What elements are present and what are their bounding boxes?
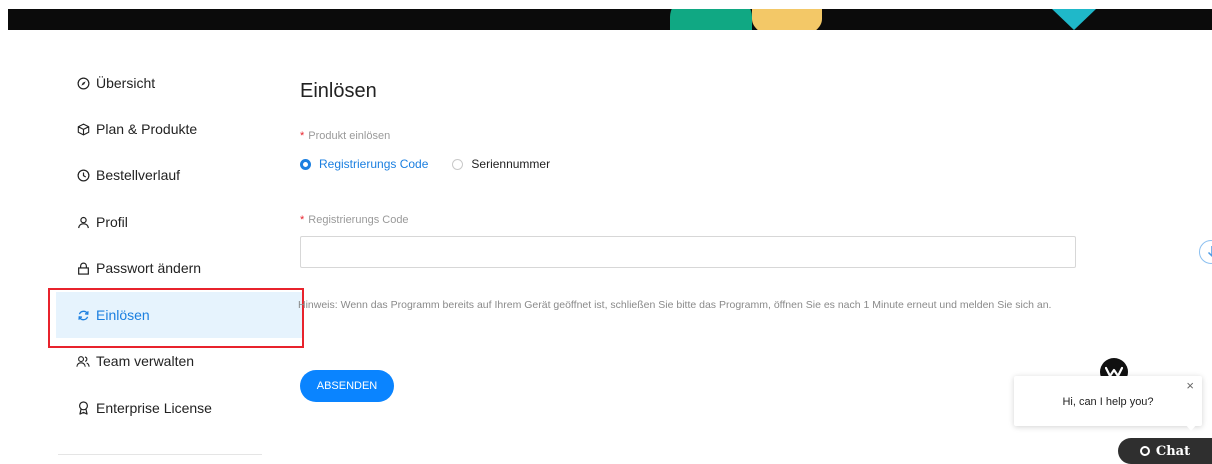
compass-icon xyxy=(76,76,90,90)
chat-popup: × Hi, can I help you? xyxy=(1014,376,1202,426)
sidebar-item-profile[interactable]: Profil xyxy=(56,199,304,245)
sidebar-item-enterprise-license[interactable]: Enterprise License xyxy=(56,385,304,431)
chat-button-label: Chat xyxy=(1155,443,1191,459)
sidebar-item-redeem[interactable]: Einlösen xyxy=(56,292,304,338)
sidebar-item-change-password[interactable]: Passwort ändern xyxy=(56,245,304,291)
radio-registration-code[interactable]: Registrierungs Code xyxy=(300,157,428,171)
sidebar-item-label: Team verwalten xyxy=(96,353,195,369)
code-label: * Registrierungs Code xyxy=(300,214,409,226)
chat-button[interactable]: Chat xyxy=(1118,438,1212,464)
required-mark: * xyxy=(300,130,305,142)
sidebar-item-label: Einlösen xyxy=(96,307,150,323)
sidebar-divider xyxy=(58,454,262,455)
sidebar-item-order-history[interactable]: Bestellverlauf xyxy=(56,152,304,198)
sidebar-item-label: Profil xyxy=(96,214,128,230)
clock-icon xyxy=(76,168,90,182)
product-label: * Produkt einlösen xyxy=(300,130,390,142)
sidebar-item-label: Enterprise License xyxy=(96,400,212,416)
sidebar-item-label: Übersicht xyxy=(96,75,156,91)
award-icon xyxy=(76,401,90,415)
sidebar-item-plan-products[interactable]: Plan & Produkte xyxy=(56,106,304,152)
required-mark: * xyxy=(300,214,305,226)
radio-label: Seriennummer xyxy=(471,157,551,171)
radio-serial-number[interactable]: Seriennummer xyxy=(452,157,550,171)
sidebar-item-label: Bestellverlauf xyxy=(96,167,181,183)
radio-checked-icon xyxy=(300,158,311,170)
code-label-text: Registrierungs Code xyxy=(308,214,409,226)
chat-icon xyxy=(1139,446,1150,456)
banner-teal-shape xyxy=(670,9,752,30)
sidebar-item-label: Plan & Produkte xyxy=(96,121,198,137)
sidebar-item-label: Passwort ändern xyxy=(96,260,202,276)
close-icon[interactable]: × xyxy=(1186,378,1194,393)
floating-helper-icon[interactable] xyxy=(1199,240,1212,264)
hint-text: Hinweis: Wenn das Programm bereits auf I… xyxy=(298,299,1052,311)
top-banner xyxy=(0,0,1212,30)
sidebar-item-overview[interactable]: Übersicht xyxy=(56,60,304,106)
banner-yellow-shape xyxy=(752,9,822,30)
registration-code-input[interactable] xyxy=(300,236,1076,268)
banner-cyan-triangle xyxy=(1052,9,1096,30)
page-title: Einlösen xyxy=(300,80,377,102)
user-icon xyxy=(76,215,90,229)
product-label-text: Produkt einlösen xyxy=(308,130,391,142)
team-icon xyxy=(76,354,90,368)
box-icon xyxy=(76,122,90,136)
submit-button[interactable]: ABSENDEN xyxy=(300,370,394,402)
chat-greeting: Hi, can I help you? xyxy=(1062,396,1154,408)
sidebar-item-team[interactable]: Team verwalten xyxy=(56,338,304,384)
chat-popup-tail xyxy=(1185,424,1197,431)
radio-unchecked-icon xyxy=(452,158,464,170)
banner-dark-strip xyxy=(8,9,1212,30)
lock-icon xyxy=(76,261,90,275)
redeem-type-radio-group: Registrierungs Code Seriennummer xyxy=(300,157,574,171)
radio-label: Registrierungs Code xyxy=(319,157,429,171)
refresh-icon xyxy=(76,308,90,322)
